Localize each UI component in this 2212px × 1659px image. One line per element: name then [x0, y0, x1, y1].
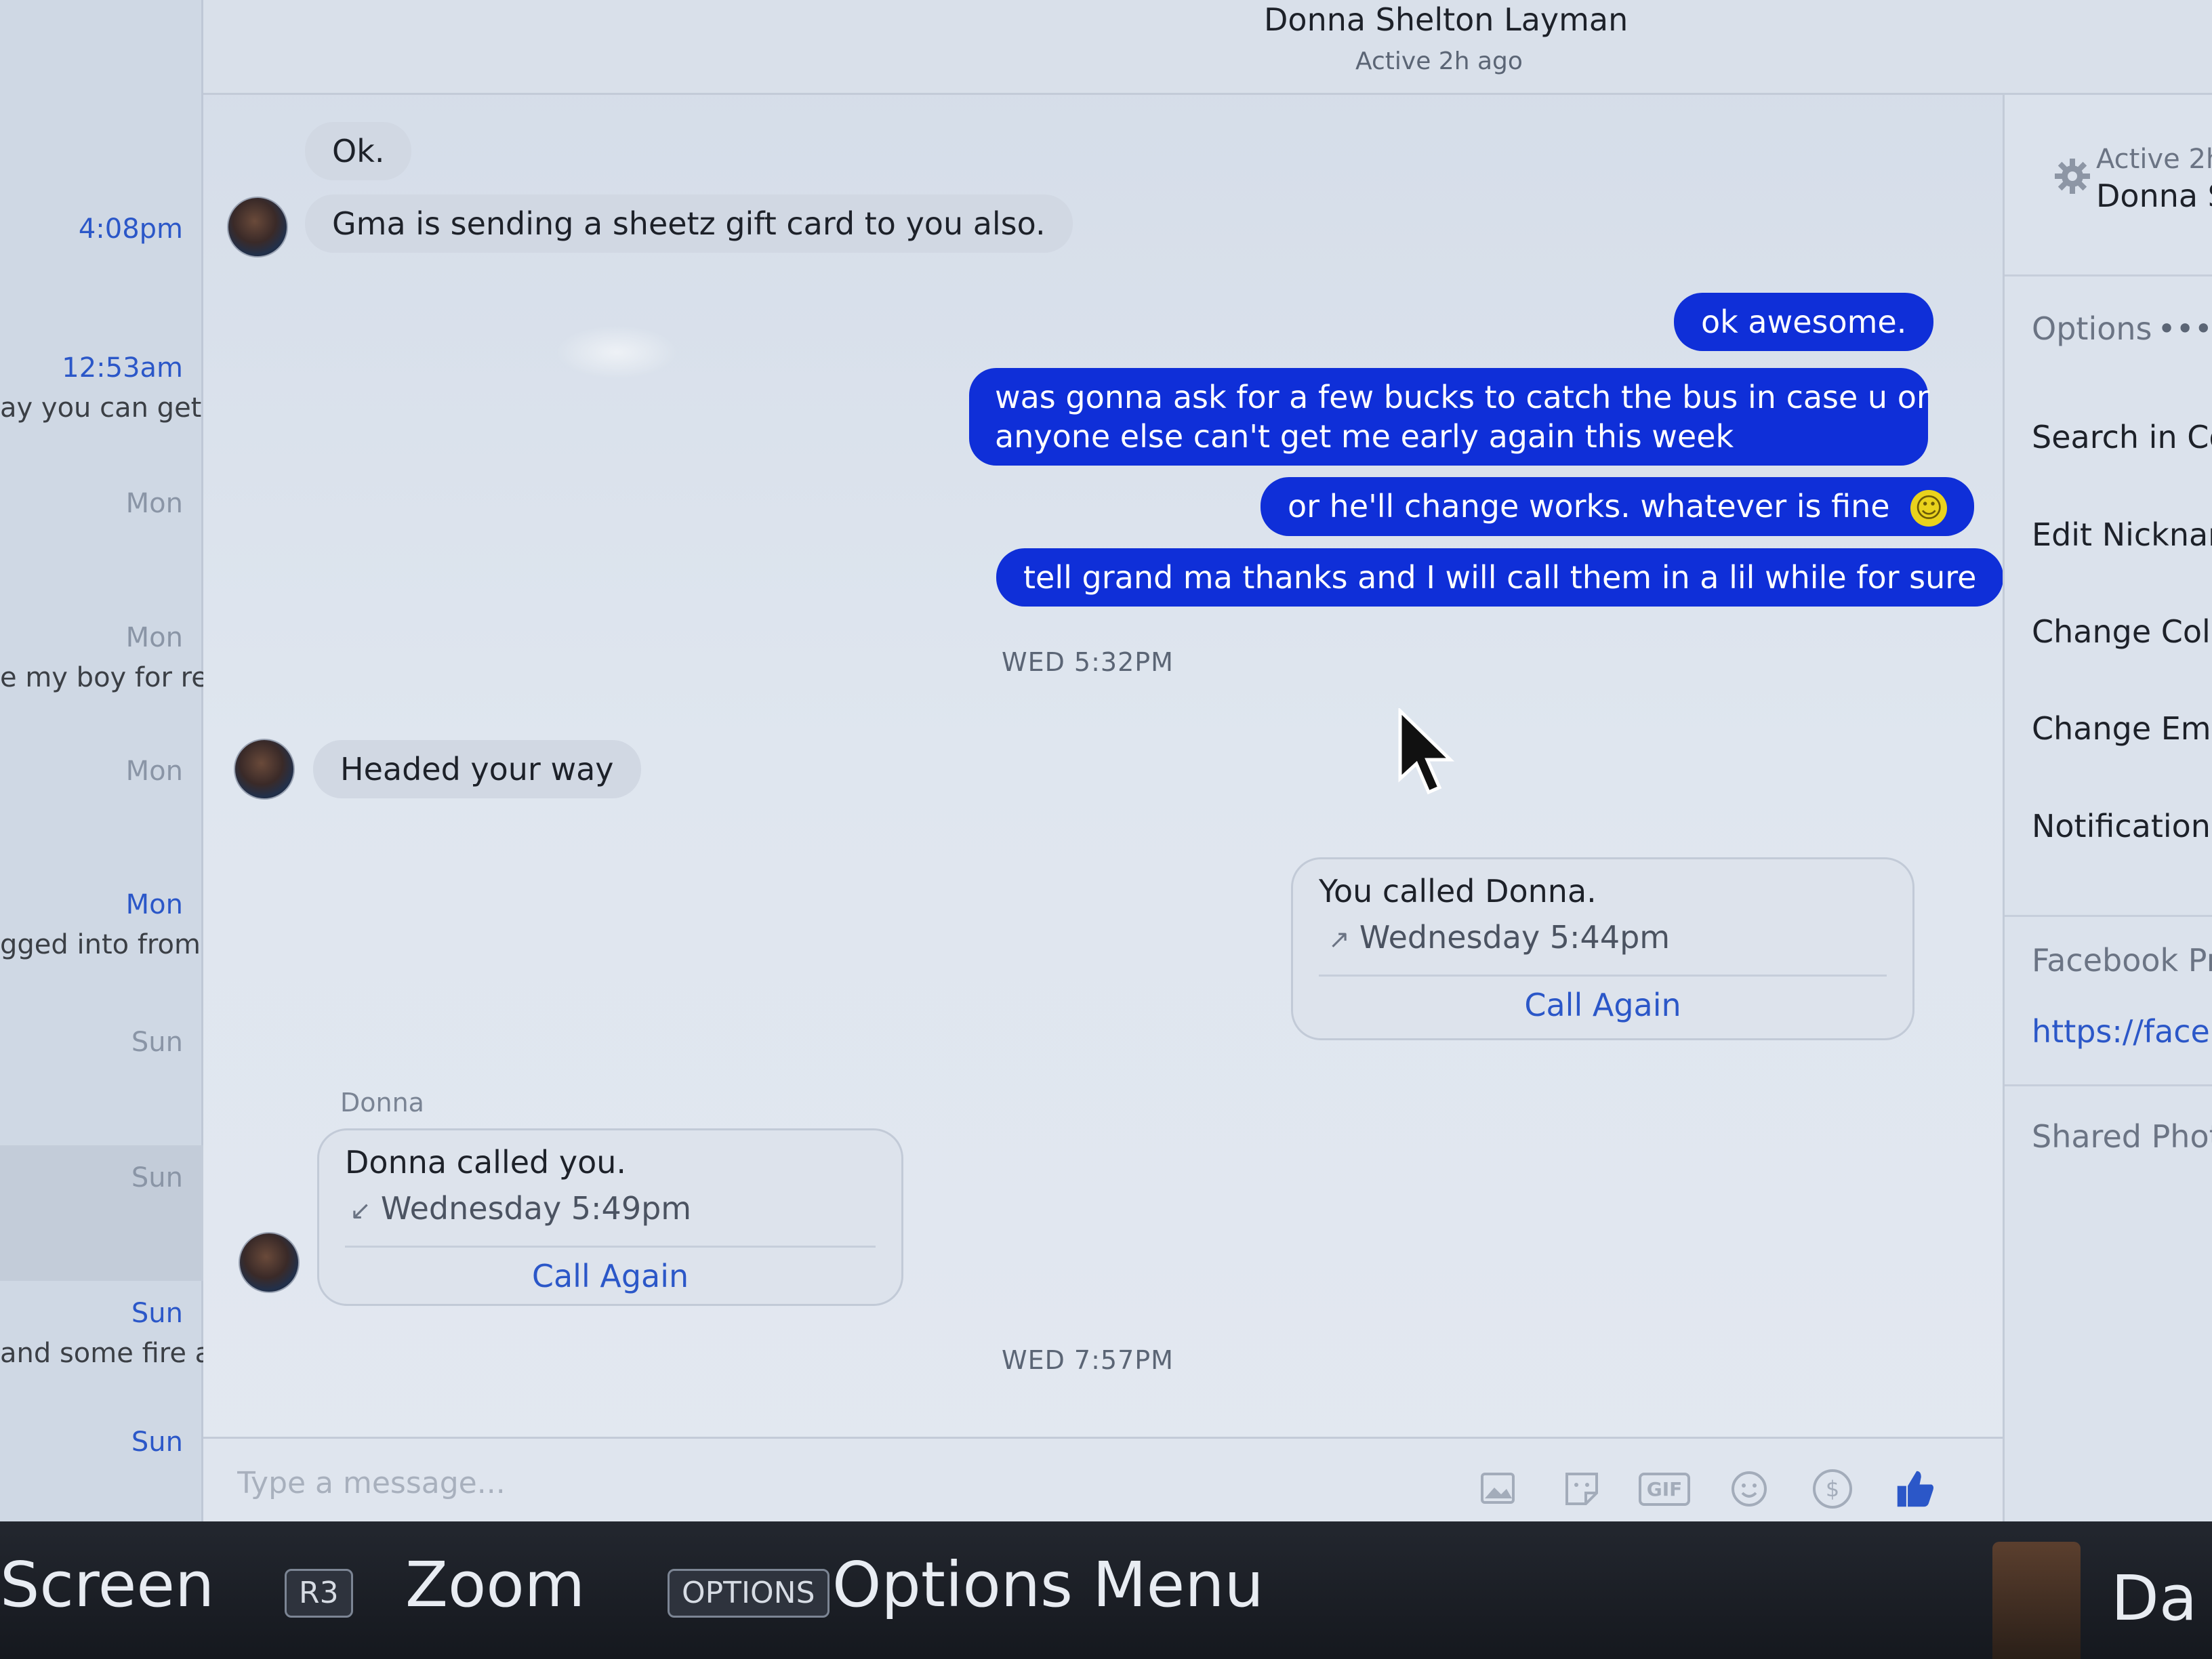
conversation-item[interactable]: Sun: [0, 1010, 203, 1145]
contact-name[interactable]: Donna Shelton Layman: [1264, 1, 1628, 38]
console-control-bar: Screen R3 Zoom OPTIONS Options Menu Da: [0, 1521, 2212, 1659]
call-title: You called Donna.: [1319, 873, 1597, 909]
avatar[interactable]: [239, 1232, 300, 1293]
conversation-time: Sun: [131, 1298, 183, 1329]
r3-button-glyph: R3: [285, 1569, 353, 1618]
conversation-item[interactable]: Mon gged into from a: [0, 872, 203, 1008]
options-button-glyph: OPTIONS: [668, 1569, 830, 1618]
outgoing-message: or he'll change works. whatever is fine …: [1261, 477, 1975, 536]
conversation-item[interactable]: Mon e my boy for real: [0, 605, 203, 741]
panel-contact-status: Active 2h: [2096, 144, 2212, 175]
zoom-label: Zoom: [405, 1549, 586, 1621]
conversation-snippet: and some fire as: [0, 1338, 203, 1369]
conversation-item[interactable]: 4:08pm: [0, 197, 203, 332]
change-emoji[interactable]: Change Emo: [2032, 710, 2212, 747]
conversation-time: Sun: [131, 1427, 183, 1458]
avatar[interactable]: [234, 739, 295, 800]
call-card-outgoing: You called Donna. ↗ Wednesday 5:44pm Call…: [1291, 857, 1914, 1040]
call-card-incoming: Donna called you. ↙ Wednesday 5:49pm Call…: [317, 1128, 903, 1306]
conversation-details-panel: Active 2h Donna S Options••• Search in C…: [2003, 95, 2212, 1521]
shared-photos-label: Shared Photo: [2032, 1118, 2212, 1155]
notifications[interactable]: Notifications: [2032, 808, 2212, 844]
mouse-cursor-icon: [1398, 708, 1455, 795]
contact-status: Active 2h ago: [1355, 47, 1523, 75]
conversation-time: Mon: [125, 756, 183, 787]
call-detail: ↗ Wednesday 5:44pm: [1328, 919, 1670, 956]
change-color[interactable]: Change Colo: [2032, 613, 2212, 650]
incoming-message: Headed your way: [313, 740, 641, 798]
payment-icon[interactable]: $: [1808, 1465, 1857, 1513]
message-text: or he'll change works. whatever is fine: [1288, 488, 1890, 525]
conversation-snippet: e my boy for real: [0, 662, 203, 693]
user-avatar: [1992, 1542, 2081, 1659]
messenger-screen: 4:08pm 12:53am ay you can get i Mon Mon e my …: [0, 0, 2212, 1659]
call-detail: ↙ Wednesday 5:49pm: [350, 1190, 691, 1227]
call-again-button[interactable]: Call Again: [319, 1258, 901, 1294]
screen-label: Screen: [0, 1549, 215, 1621]
search-in-conversation[interactable]: Search in Co: [2032, 419, 2212, 455]
conversation-item[interactable]: Mon: [0, 739, 203, 874]
outgoing-message: ok awesome.: [1674, 293, 1934, 351]
options-label: Options: [2032, 310, 2152, 347]
facebook-profile-label: Facebook Pro: [2032, 942, 2212, 979]
panel-contact-name[interactable]: Donna S: [2096, 178, 2212, 214]
conversation-time: Sun: [131, 1162, 183, 1193]
call-title: Donna called you.: [345, 1144, 626, 1181]
message-line: anyone else can't get me early again thi…: [995, 418, 1734, 455]
conversation-item[interactable]: Sun: [0, 1145, 203, 1281]
edit-nicknames[interactable]: Edit Nicknam: [2032, 516, 2212, 553]
outgoing-message: was gonna ask for a few bucks to catch t…: [969, 368, 1929, 466]
options-menu-label: Options Menu: [832, 1549, 1264, 1621]
divider: [1319, 975, 1887, 977]
message-timestamp: WED 5:32PM: [1002, 647, 1174, 677]
gif-icon[interactable]: GIF: [1638, 1465, 1691, 1513]
message-input[interactable]: [237, 1459, 1457, 1507]
emoji-icon[interactable]: [1725, 1465, 1774, 1513]
conversation-list: 4:08pm 12:53am ay you can get i Mon Mon e my …: [0, 0, 203, 1521]
message-composer: GIF $: [203, 1437, 2003, 1521]
conversation-time: Sun: [131, 1027, 183, 1058]
conversation-time: Mon: [125, 889, 183, 920]
message-timestamp: WED 7:57PM: [1002, 1345, 1174, 1375]
outgoing-message: tell grand ma thanks and I will call the…: [996, 548, 2004, 607]
divider: [345, 1246, 876, 1248]
conversation-item[interactable]: Sun and some fire as: [0, 1281, 203, 1416]
user-name-label: Da: [2111, 1562, 2198, 1635]
divider: [2005, 915, 2212, 917]
avatar[interactable]: [227, 197, 288, 258]
call-time: Wednesday 5:49pm: [380, 1190, 692, 1227]
conversation-snippet: gged into from a: [0, 929, 203, 960]
call-time: Wednesday 5:44pm: [1359, 919, 1671, 956]
conversation-item[interactable]: Mon: [0, 471, 203, 607]
conversation-header: Donna Shelton Layman Active 2h ago: [203, 0, 2212, 95]
facebook-profile-link[interactable]: https://facel: [2032, 1013, 2212, 1050]
conversation-time: Mon: [125, 488, 183, 519]
divider: [2005, 274, 2212, 276]
thumbs-up-icon[interactable]: [1891, 1465, 1940, 1513]
conversation-time: Mon: [125, 622, 183, 653]
more-icon: •••: [2157, 310, 2212, 347]
incoming-call-icon: ↙: [350, 1195, 371, 1225]
conversation-time: 4:08pm: [78, 213, 183, 245]
image-icon[interactable]: [1474, 1465, 1523, 1513]
conversation-item[interactable]: 12:53am ay you can get i: [0, 335, 203, 471]
divider: [2005, 1084, 2212, 1086]
gear-icon[interactable]: [2052, 156, 2093, 197]
incoming-message: Ok.: [305, 122, 412, 180]
gif-label: GIF: [1638, 1472, 1691, 1506]
incoming-message: Gma is sending a sheetz gift card to you…: [305, 194, 1073, 253]
call-again-button[interactable]: Call Again: [1293, 987, 1912, 1023]
smiley-emoji: ☺: [1910, 490, 1948, 527]
payment-label: $: [1813, 1469, 1852, 1509]
conversation-time: 12:53am: [62, 352, 183, 384]
message-line: was gonna ask for a few bucks to catch t…: [995, 379, 1929, 415]
conversation-snippet: ay you can get i: [0, 392, 203, 424]
outgoing-call-icon: ↗: [1328, 924, 1350, 954]
sticker-icon[interactable]: [1557, 1465, 1606, 1513]
sender-name: Donna: [340, 1088, 424, 1118]
screen-glare: [556, 325, 678, 380]
options-menu[interactable]: Options •••: [2032, 310, 2212, 347]
